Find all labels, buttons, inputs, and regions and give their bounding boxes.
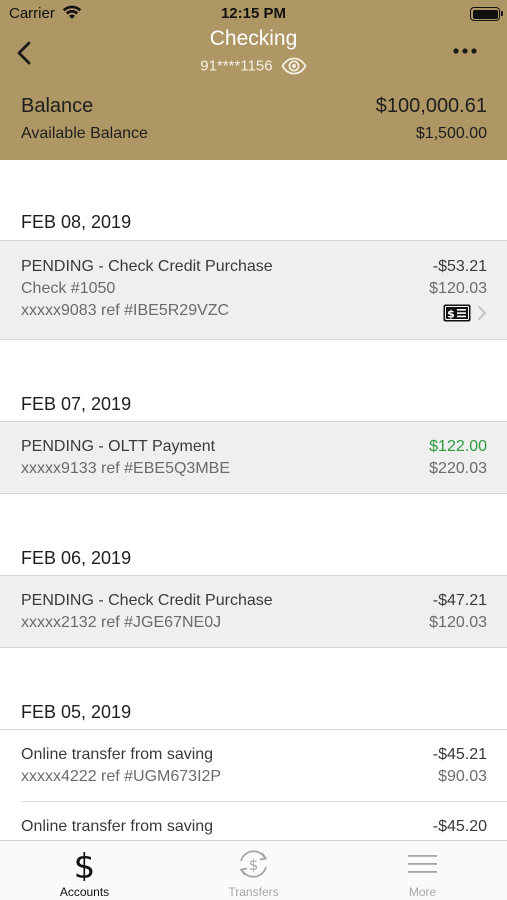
tab-label: More	[408, 885, 437, 899]
balance-label: Balance	[21, 95, 94, 117]
clock: 12:15 PM	[220, 5, 287, 22]
battery-icon	[470, 7, 503, 21]
tab-label: Accounts	[59, 885, 110, 899]
date-header: FEB 05, 2019	[21, 702, 132, 722]
date-header: FEB 06, 2019	[21, 548, 132, 568]
dollar-icon: $	[74, 847, 96, 881]
transaction-reference: xxxxx9133 ref #EBE5Q3MBE	[21, 460, 230, 477]
available-balance-label: Available Balance	[21, 125, 148, 142]
chevron-right-icon	[478, 306, 486, 320]
transaction-row[interactable]: Online transfer from saving -$45.21 xxxx…	[0, 729, 507, 802]
date-header: FEB 07, 2019	[21, 394, 132, 414]
svg-text:$: $	[74, 847, 96, 881]
tab-more[interactable]: More	[338, 841, 507, 900]
tab-label: Transfers	[228, 885, 279, 899]
transaction-running-balance: $120.03	[429, 614, 487, 631]
transaction-row[interactable]: PENDING - Check Credit Purchase -$53.21 …	[0, 240, 507, 340]
transaction-reference: xxxxx4222 ref #UGM673I2P	[21, 768, 222, 785]
transaction-row[interactable]: Online transfer from saving -$45.20	[0, 802, 507, 840]
account-header: Carrier 12:15 PM Checking 91****1156 Bal…	[0, 0, 507, 160]
transaction-running-balance: $90.03	[438, 768, 487, 785]
transfer-dollar-icon: $	[240, 850, 267, 878]
account-number: 91****1156	[200, 57, 273, 75]
balance-value: $100,000.61	[375, 95, 487, 117]
transaction-description: Online transfer from saving	[21, 818, 214, 835]
tab-accounts[interactable]: $ Accounts	[0, 841, 169, 900]
transaction-running-balance: $120.03	[429, 280, 487, 297]
svg-text:$: $	[447, 308, 455, 321]
hamburger-menu-icon	[408, 855, 437, 873]
transaction-row[interactable]: PENDING - OLTT Payment $122.00 xxxxx9133…	[0, 421, 507, 494]
transaction-reference: xxxxx2132 ref #JGE67NE0J	[21, 614, 222, 631]
more-options-icon[interactable]	[450, 42, 480, 60]
transaction-description: Online transfer from saving	[21, 746, 214, 763]
transaction-running-balance: $220.03	[429, 460, 487, 477]
transaction-list[interactable]: FEB 08, 2019 PENDING - Check Credit Purc…	[0, 160, 507, 840]
transaction-reference: xxxxx9083 ref #IBE5R29VZC	[21, 302, 230, 319]
check-image-icon[interactable]: $	[443, 304, 471, 322]
transaction-description: PENDING - OLTT Payment	[21, 438, 216, 455]
transaction-row[interactable]: PENDING - Check Credit Purchase -$47.21 …	[0, 575, 507, 648]
transaction-amount: $122.00	[429, 438, 487, 455]
transaction-check-number: Check #1050	[21, 280, 116, 297]
transaction-description: PENDING - Check Credit Purchase	[21, 258, 273, 275]
transaction-amount: -$45.21	[432, 746, 487, 763]
svg-text:$: $	[249, 856, 259, 874]
transaction-amount: -$45.20	[432, 818, 487, 835]
tab-bar: $ Accounts $ Transfers More	[0, 840, 507, 900]
transaction-amount: -$47.21	[432, 592, 487, 609]
status-bar: Carrier 12:15 PM	[0, 0, 507, 28]
page-title: Checking	[209, 27, 298, 50]
tab-transfers[interactable]: $ Transfers	[169, 841, 338, 900]
transaction-amount: -$53.21	[432, 258, 487, 275]
eye-icon[interactable]	[281, 57, 307, 75]
account-number-line: 91****1156	[0, 57, 507, 75]
date-header: FEB 08, 2019	[21, 212, 132, 232]
available-balance-value: $1,500.00	[415, 125, 487, 142]
transaction-description: PENDING - Check Credit Purchase	[21, 592, 273, 609]
